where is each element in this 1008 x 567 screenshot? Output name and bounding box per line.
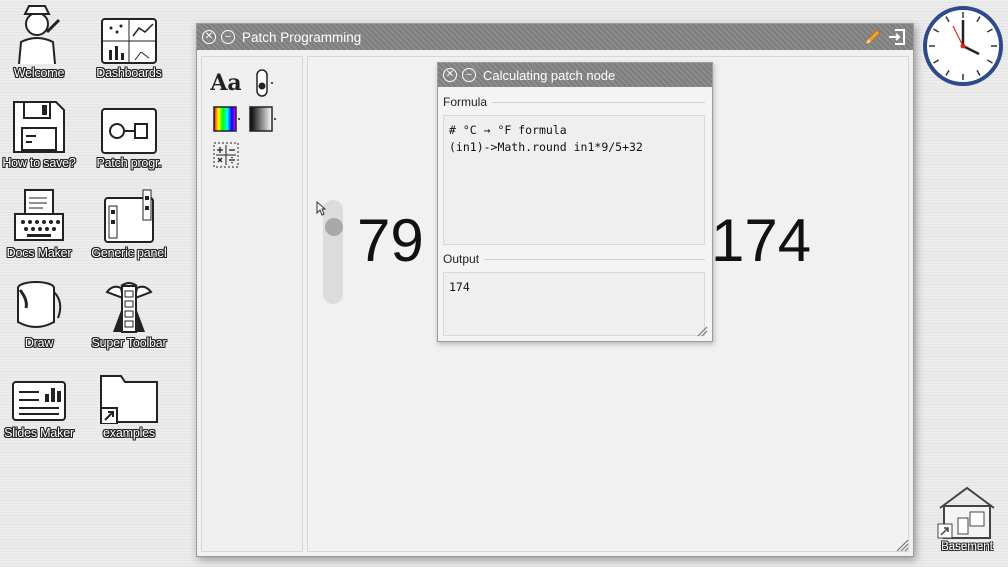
desktop-icon-patch-progr[interactable]: Patch progr. (84, 92, 174, 170)
formula-editor[interactable]: # °C → °F formula (in1)->Math.round in1*9… (443, 115, 705, 245)
calculator-tool[interactable] (210, 139, 242, 171)
generic-panel-icon (104, 189, 154, 243)
output-field: 174 (443, 272, 705, 336)
formula-label: Formula (443, 95, 493, 109)
patch-node-window: ✕ – Calculating patch node Formula # °C … (437, 62, 713, 342)
basement-house-icon (937, 486, 995, 539)
clock-widget (923, 6, 1003, 86)
desktop-icon-generic-panel[interactable]: Generic panel (84, 182, 174, 260)
window-titlebar[interactable]: ✕ – Patch Programming (197, 24, 913, 50)
mouse-cursor-icon (316, 201, 326, 216)
input-value-display: 79 (357, 207, 424, 274)
super-toolbar-icon (105, 282, 153, 333)
close-icon[interactable]: ✕ (202, 30, 216, 44)
desktop-icon-label: Docs Maker (6, 246, 72, 260)
calculator-tool-icon (213, 142, 239, 168)
slider-tool-icon (256, 69, 273, 97)
desktop-icon-examples[interactable]: examples (84, 362, 174, 440)
color-tool[interactable] (210, 103, 242, 135)
desktop-icon-label: Basement (941, 541, 993, 553)
output-value-display: 174 (711, 207, 812, 274)
desktop-icon-dashboards[interactable]: Dashboards (84, 2, 174, 80)
desktop-icon-label: Patch progr. (96, 156, 162, 170)
gradient-tool[interactable] (246, 103, 278, 135)
desktop-icon-label: Slides Maker (4, 426, 74, 440)
folder-shortcut-icon (100, 375, 158, 424)
desktop-icon-basement[interactable]: Basement (934, 484, 1000, 553)
desktop-icon-slides-maker[interactable]: Slides Maker (0, 362, 84, 440)
desktop-icon-label: How to save? (2, 156, 76, 170)
dashboards-icon (101, 18, 157, 64)
desktop-icon-welcome[interactable]: Welcome (0, 2, 84, 80)
desktop-icon-label: examples (103, 426, 155, 440)
desktop-icon-draw[interactable]: Draw (0, 272, 84, 350)
desktop-icon-how-to-save[interactable]: How to save? (0, 92, 84, 170)
paint-bucket-icon (17, 281, 62, 328)
clock-icon (923, 6, 1003, 86)
slider-tool[interactable] (246, 67, 278, 99)
output-value: 174 (449, 280, 470, 294)
floppy-disk-icon (13, 101, 65, 153)
gradient-tool-icon (249, 106, 276, 132)
desktop-icon-label: Draw (24, 336, 54, 350)
text-tool[interactable]: Aa (210, 67, 242, 99)
desktop-icon-label: Generic panel (91, 246, 167, 260)
patch-node-title: Calculating patch node (483, 67, 616, 83)
window-title: Patch Programming (242, 29, 362, 45)
close-icon[interactable]: ✕ (443, 68, 457, 82)
minimize-icon[interactable]: – (462, 68, 476, 82)
minimize-icon[interactable]: – (221, 30, 235, 44)
welcome-person-icon (18, 5, 61, 64)
desktop-icon-label: Welcome (13, 66, 65, 80)
patch-icon (101, 108, 157, 154)
desktop-icon-docs-maker[interactable]: Docs Maker (0, 182, 84, 260)
slides-icon (12, 381, 66, 421)
color-tool-icon (213, 106, 240, 132)
desktop-icon-label: Dashboards (96, 66, 162, 80)
text-tool-icon: Aa (210, 70, 242, 96)
exit-icon[interactable] (887, 27, 907, 47)
formula-line: (in1)->Math.round in1*9/5+32 (449, 140, 643, 154)
resize-grip-icon[interactable] (895, 538, 909, 552)
pencil-icon[interactable] (863, 27, 883, 47)
formula-line: # °C → °F formula (449, 123, 567, 137)
desktop-icon-label: Super Toolbar (91, 336, 167, 350)
typewriter-icon (14, 189, 64, 241)
resize-grip-icon[interactable] (696, 325, 708, 337)
output-label: Output (443, 252, 485, 266)
desktop-icon-super-toolbar[interactable]: Super Toolbar (84, 272, 174, 350)
input-slider[interactable] (323, 200, 343, 304)
tool-palette: Aa (201, 56, 303, 552)
patch-node-titlebar[interactable]: ✕ – Calculating patch node (438, 63, 712, 87)
